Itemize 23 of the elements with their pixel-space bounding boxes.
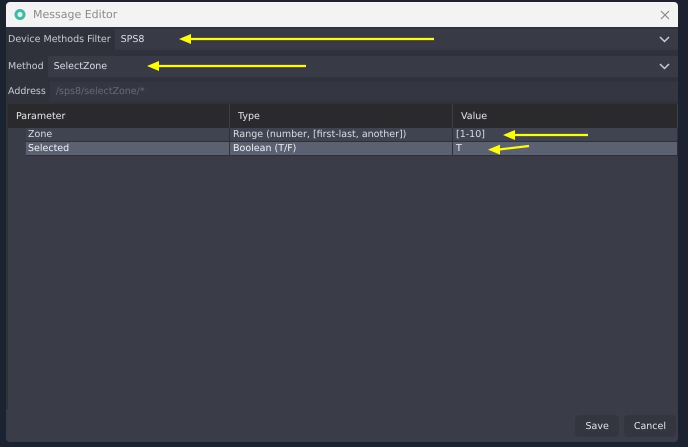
- window-title: Message Editor: [33, 8, 118, 21]
- table-cell: Range (number, [first-last, another]): [230, 128, 453, 142]
- table-cell: Boolean (T/F): [230, 142, 453, 156]
- field-label: Address: [8, 86, 46, 96]
- filter-dropdown[interactable]: SPS8: [114, 28, 678, 50]
- table-cell: Selected: [26, 142, 230, 156]
- chevron-down-icon: [659, 36, 670, 42]
- table-cell[interactable]: T: [453, 142, 678, 156]
- app-logo-icon: [14, 8, 26, 21]
- field-label: Method: [8, 60, 44, 72]
- dropdown-value: SPS8: [120, 34, 144, 44]
- column-header[interactable]: Parameter: [8, 104, 230, 128]
- table-cell[interactable]: [1-10]: [453, 128, 678, 142]
- dropdown-value: SelectZone: [54, 60, 108, 72]
- dialog-button[interactable]: Save: [575, 415, 619, 437]
- chevron-down-icon: [659, 62, 670, 70]
- column-header[interactable]: Type: [230, 104, 453, 128]
- field-label: Device Methods Filter: [8, 34, 111, 44]
- dialog-button[interactable]: Cancel: [624, 415, 676, 437]
- table-cell: Zone: [26, 128, 230, 142]
- method-dropdown[interactable]: SelectZone: [48, 56, 678, 76]
- close-icon[interactable]: [660, 10, 670, 20]
- column-header[interactable]: Value: [453, 104, 678, 128]
